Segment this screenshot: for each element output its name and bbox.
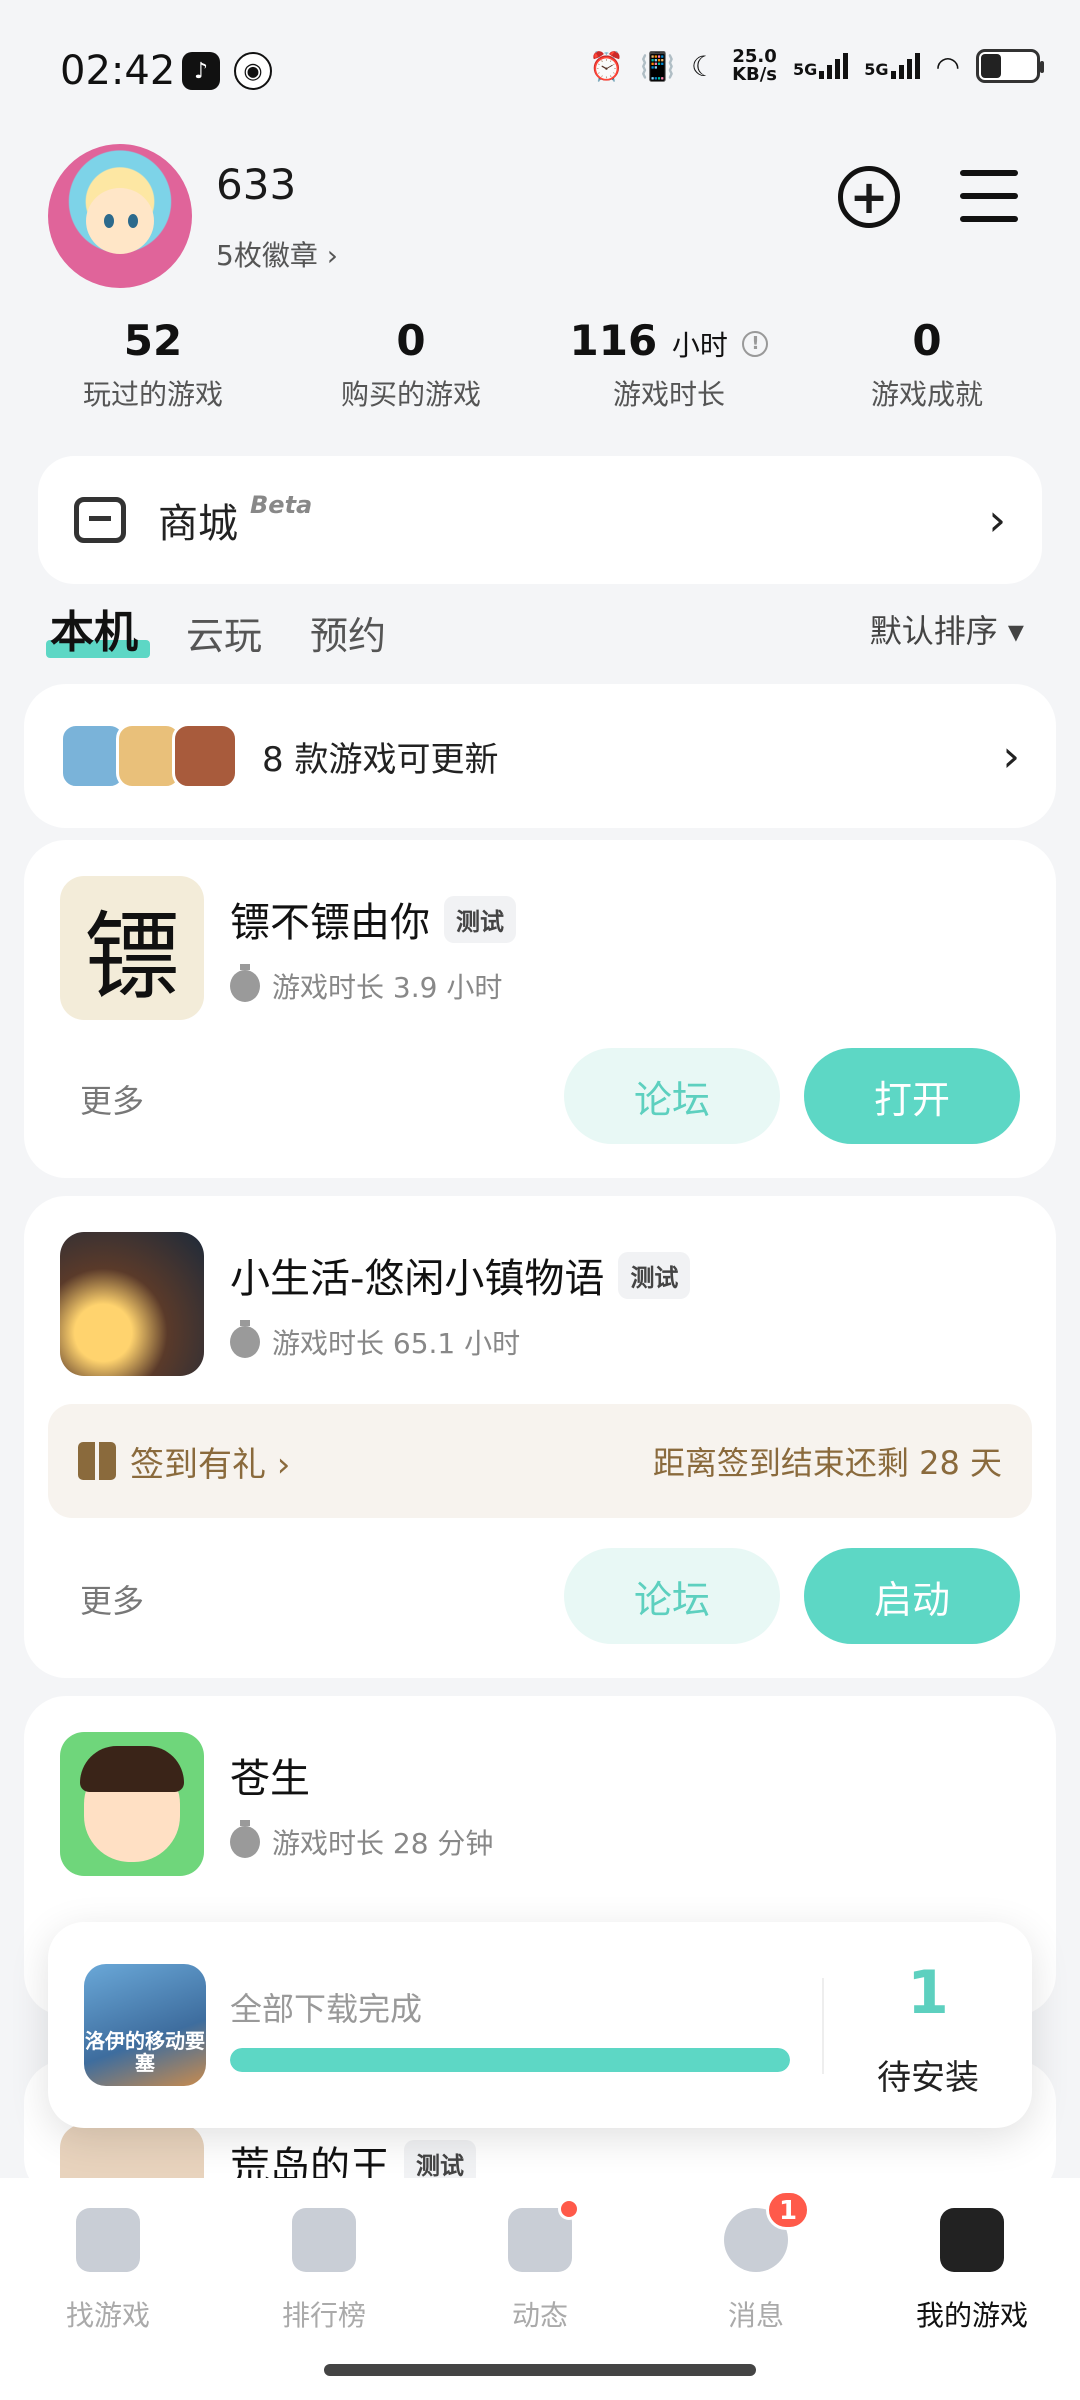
more-button[interactable]: 更多 xyxy=(80,1576,144,1622)
feed-icon xyxy=(508,2198,580,2272)
forum-button[interactable]: 论坛 xyxy=(564,1548,780,1644)
stopwatch-icon xyxy=(230,1320,260,1358)
playtime: 游戏时长 28 分钟 xyxy=(230,1820,493,1862)
stat-playtime[interactable]: 116 小时 ! 游戏时长 xyxy=(540,316,798,413)
download-progress-fill xyxy=(230,2048,790,2072)
stopwatch-icon xyxy=(230,964,260,1002)
more-button[interactable]: 更多 xyxy=(80,1076,144,1122)
status-time: 02:42 xyxy=(60,48,176,94)
forum-button[interactable]: 论坛 xyxy=(564,1048,780,1144)
signal-2-icon: 5G xyxy=(864,53,920,79)
open-button[interactable]: 打开 xyxy=(804,1048,1020,1144)
my-games-icon xyxy=(940,2208,1004,2272)
tiktok-icon: ♪ xyxy=(182,52,220,90)
avatar[interactable] xyxy=(48,144,192,288)
net-speed: 25.0 KB/s xyxy=(732,46,778,85)
message-badge: 1 xyxy=(766,2190,810,2230)
test-tag: 测试 xyxy=(444,895,516,943)
checkin-banner[interactable]: 签到有礼 › 距离签到结束还剩 28 天 xyxy=(48,1404,1032,1518)
nav-feed[interactable]: 动态 xyxy=(432,2198,648,2334)
tab-local[interactable]: 本机 xyxy=(46,596,150,660)
find-games-icon xyxy=(76,2208,140,2272)
chevron-right-icon: › xyxy=(1002,730,1020,782)
download-status: 全部下载完成 xyxy=(230,1990,423,2028)
nav-my-games[interactable]: 我的游戏 xyxy=(864,2208,1080,2334)
signal-1-icon: 5G xyxy=(793,53,849,79)
pending-install-count: 1 xyxy=(907,1958,949,2028)
nav-ranking[interactable]: 排行榜 xyxy=(216,2208,432,2334)
alarm-icon: ⏰ xyxy=(589,49,625,83)
status-indicators: ⏰ 📳 ☾ 25.0 KB/s 5G 5G ◠ xyxy=(589,46,1044,85)
game-icon[interactable] xyxy=(60,1232,204,1376)
test-tag: 测试 xyxy=(618,1251,691,1299)
game-card: 小生活-悠闲小镇物语 测试 游戏时长 65.1 小时 签到有礼 › 距离签到结束… xyxy=(24,1196,1056,1678)
home-indicator[interactable] xyxy=(324,2364,756,2376)
game-icon[interactable] xyxy=(60,1732,204,1876)
battery-icon xyxy=(976,49,1044,83)
checkin-remaining: 距离签到结束还剩 28 天 xyxy=(652,1444,1002,1482)
avatar-eye-left xyxy=(104,214,114,228)
playtime: 游戏时长 65.1 小时 xyxy=(230,1320,520,1362)
chevron-right-icon: › xyxy=(988,494,1006,546)
stopwatch-icon xyxy=(230,1820,260,1858)
updates-card[interactable]: 8 款游戏可更新 › xyxy=(24,684,1056,828)
game-icon[interactable]: 镖 xyxy=(60,876,204,1020)
store-card[interactable]: 商城 Beta › xyxy=(38,456,1042,584)
game-title[interactable]: 小生活-悠闲小镇物语 测试 xyxy=(230,1246,691,1304)
tab-cloud[interactable]: 云玩 xyxy=(186,605,262,660)
download-banner[interactable]: 洛伊的移动要塞 全部下载完成 1 待安装 xyxy=(48,1922,1032,2128)
username[interactable]: 633 xyxy=(216,160,296,209)
update-thumbnails xyxy=(60,723,238,789)
add-icon[interactable]: + xyxy=(838,166,900,228)
game-title[interactable]: 镖不镖由你 测试 xyxy=(230,890,516,948)
store-label: 商城 xyxy=(158,501,238,547)
qq-icon: ◉ xyxy=(234,52,272,90)
download-progress-bar xyxy=(230,2048,790,2072)
stat-played[interactable]: 52 玩过的游戏 xyxy=(24,316,282,413)
messages-icon: 1 xyxy=(724,2190,810,2272)
badges-link[interactable]: 5枚徽章 › xyxy=(216,234,338,274)
gift-icon xyxy=(78,1442,116,1480)
store-icon xyxy=(74,497,126,543)
tabs: 本机 云玩 预约 xyxy=(46,596,386,660)
beta-label: Beta xyxy=(250,491,313,519)
icon-hair xyxy=(80,1746,184,1792)
avatar-eye-right xyxy=(128,214,138,228)
nav-find-games[interactable]: 找游戏 xyxy=(0,2208,216,2334)
update-thumb-3 xyxy=(172,723,238,789)
moon-icon: ☾ xyxy=(690,49,717,83)
unread-dot xyxy=(558,2198,580,2220)
stats-row: 52 玩过的游戏 0 购买的游戏 116 小时 ! 游戏时长 0 游戏成就 xyxy=(0,316,1080,413)
nav-messages[interactable]: 1 消息 xyxy=(648,2190,864,2334)
stat-achievements[interactable]: 0 游戏成就 xyxy=(798,316,1056,413)
sort-dropdown[interactable]: 默认排序 ▾ xyxy=(870,606,1024,652)
playtime: 游戏时长 3.9 小时 xyxy=(230,964,502,1006)
updates-label: 8 款游戏可更新 xyxy=(262,739,499,780)
pending-install-label: 待安装 xyxy=(877,2058,979,2098)
launch-button[interactable]: 启动 xyxy=(804,1548,1020,1644)
stat-purchased[interactable]: 0 购买的游戏 xyxy=(282,316,540,413)
vibrate-icon: 📳 xyxy=(640,49,675,83)
menu-icon[interactable] xyxy=(960,170,1018,222)
wifi-icon: ◠ xyxy=(935,49,960,83)
game-title[interactable]: 苍生 xyxy=(230,1746,310,1804)
status-notification-icons: ♪ ◉ xyxy=(182,52,272,90)
info-icon[interactable]: ! xyxy=(742,330,769,357)
avatar-face xyxy=(86,188,154,254)
game-card: 镖 镖不镖由你 测试 游戏时长 3.9 小时 更多 论坛 打开 xyxy=(24,840,1056,1178)
download-game-icon: 洛伊的移动要塞 xyxy=(84,1964,206,2086)
ranking-icon xyxy=(292,2208,356,2272)
checkin-label: 签到有礼 › xyxy=(130,1444,291,1485)
tab-reservations[interactable]: 预约 xyxy=(310,605,386,660)
